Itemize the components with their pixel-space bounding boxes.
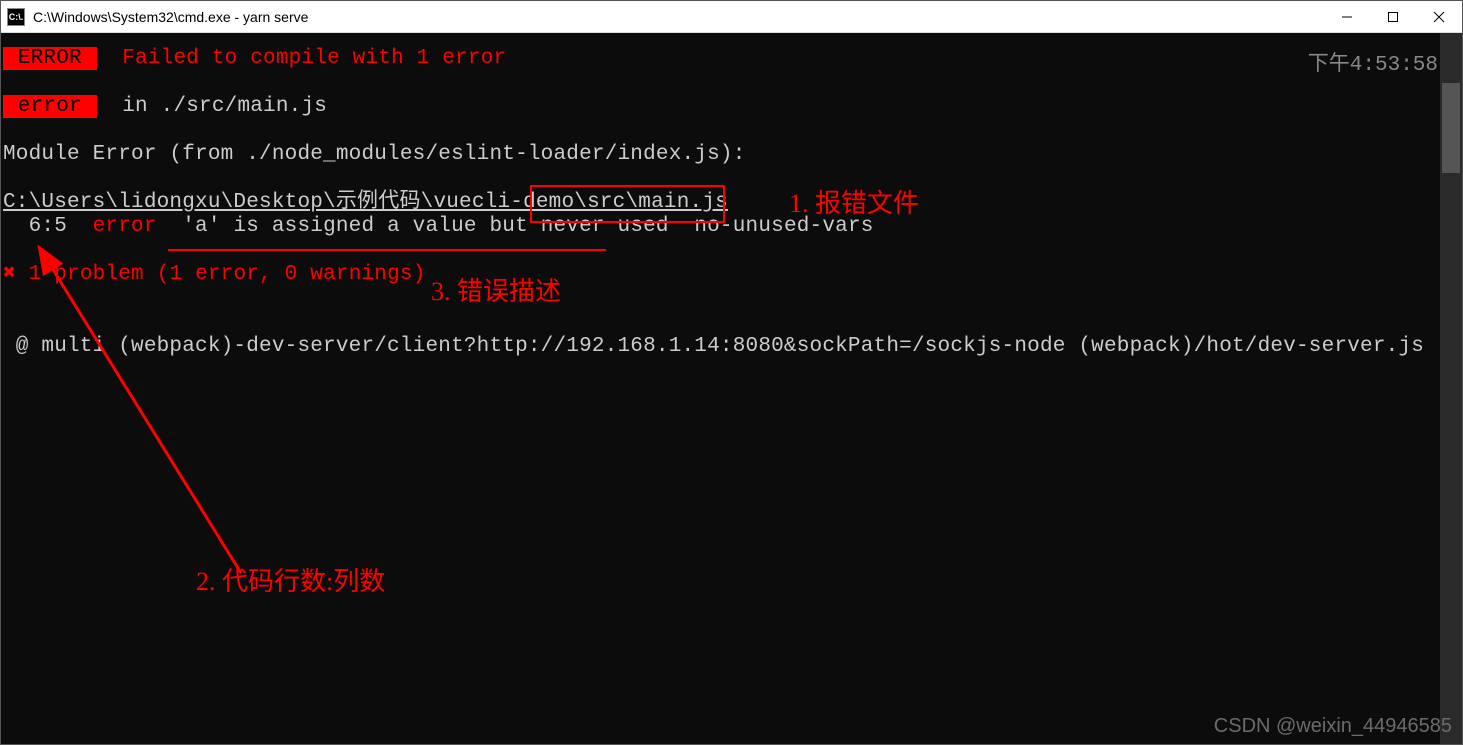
terminal-output[interactable]: ERROR Failed to compile with 1 error err… (1, 33, 1440, 744)
module-error-text: Module Error (from ./node_modules/eslint… (3, 143, 746, 166)
file-path-text: C:\Users\lidongxu\Desktop\示例代码\vuecli-de… (3, 191, 728, 214)
watermark-text: CSDN @weixin_44946585 (1214, 715, 1452, 738)
cmd-app-icon: C:\. (7, 8, 25, 26)
lint-level: error (67, 215, 157, 238)
vertical-scrollbar[interactable] (1440, 33, 1462, 744)
window-title: C:\Windows\System32\cmd.exe - yarn serve (33, 9, 1324, 25)
minimize-button[interactable] (1324, 1, 1370, 32)
maximize-icon (1387, 11, 1399, 23)
close-button[interactable] (1416, 1, 1462, 32)
lint-location: 6:5 (3, 215, 67, 238)
failed-compile-text: Failed to compile with 1 error (122, 47, 506, 70)
problem-cross-icon: ✖ (3, 263, 16, 286)
close-icon (1433, 11, 1445, 23)
titlebar: C:\. C:\Windows\System32\cmd.exe - yarn … (1, 1, 1462, 33)
lint-message: 'a' is assigned a value but never used n… (157, 215, 874, 238)
cmd-window: C:\. C:\Windows\System32\cmd.exe - yarn … (0, 0, 1463, 745)
error-badge-lower: error (3, 95, 97, 118)
minimize-icon (1341, 11, 1353, 23)
window-controls (1324, 1, 1462, 32)
timestamp-text: 下午4:53:58 (1308, 47, 1438, 77)
maximize-button[interactable] (1370, 1, 1416, 32)
scroll-thumb[interactable] (1442, 83, 1460, 173)
problem-summary: 1 problem (1 error, 0 warnings) (16, 263, 426, 286)
in-file-text: in ./src/main.js (122, 95, 327, 118)
error-badge: ERROR (3, 47, 97, 70)
terminal-area: ERROR Failed to compile with 1 error err… (1, 33, 1462, 744)
multi-entry-text: @ multi (webpack)-dev-server/client?http… (3, 335, 1440, 358)
